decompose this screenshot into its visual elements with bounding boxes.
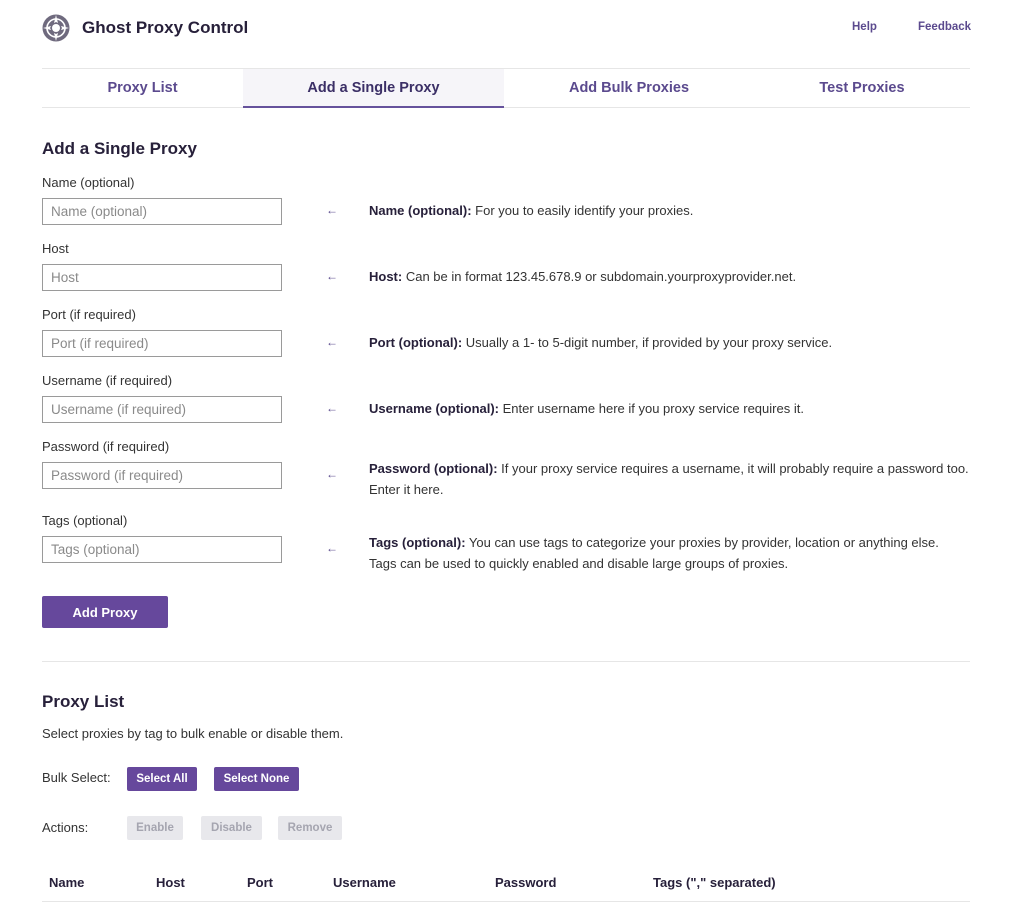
port-help: Port (optional): Usually a 1- to 5-digit… [369, 332, 969, 353]
port-input[interactable] [42, 330, 282, 357]
tab-add-single-proxy[interactable]: Add a Single Proxy [243, 69, 504, 108]
remove-button[interactable]: Remove [278, 816, 342, 840]
select-all-button[interactable]: Select All [127, 767, 197, 791]
help-link[interactable]: Help [852, 21, 877, 33]
proxy-list-heading: Proxy List [42, 692, 125, 711]
username-help-text: Enter username here if you proxy service… [499, 401, 804, 416]
select-none-button[interactable]: Select None [214, 767, 299, 791]
username-input[interactable] [42, 396, 282, 423]
host-help-bold: Host: [369, 269, 403, 284]
tab-add-bulk-proxies[interactable]: Add Bulk Proxies [504, 69, 754, 108]
arrow-left-icon: ← [326, 269, 338, 283]
section-divider [42, 661, 970, 662]
compass-logo-icon [42, 14, 70, 42]
host-help-text: Can be in format 123.45.678.9 or subdoma… [402, 269, 797, 284]
add-proxy-heading: Add a Single Proxy [42, 139, 197, 158]
password-label: Password (if required) [42, 439, 170, 454]
username-help-bold: Username (optional): [369, 401, 500, 416]
actions-label: Actions: [42, 820, 89, 835]
app-title: Ghost Proxy Control [82, 18, 249, 37]
port-help-bold: Port (optional): [369, 335, 463, 350]
name-input[interactable] [42, 198, 282, 225]
column-header-port[interactable]: Port [247, 875, 273, 890]
host-help: Host: Can be in format 123.45.678.9 or s… [369, 266, 969, 287]
column-header-host[interactable]: Host [156, 875, 185, 890]
app-header: Ghost Proxy Control Help Feedback [42, 14, 971, 44]
tab-bar: Proxy List Add a Single Proxy Add Bulk P… [42, 68, 970, 108]
arrow-left-icon: ← [326, 203, 338, 217]
proxy-table-header: Name Host Port Username Password Tags ("… [42, 866, 970, 902]
password-input[interactable] [42, 462, 282, 489]
name-help: Name (optional): For you to easily ident… [369, 200, 969, 221]
tags-input[interactable] [42, 536, 282, 563]
tags-help: Tags (optional): You can use tags to cat… [369, 532, 969, 574]
username-label: Username (if required) [42, 373, 173, 388]
tab-test-proxies[interactable]: Test Proxies [754, 69, 970, 108]
tab-proxy-list[interactable]: Proxy List [42, 69, 243, 108]
username-help: Username (optional): Enter username here… [369, 398, 969, 419]
feedback-link[interactable]: Feedback [918, 21, 971, 33]
name-label: Name (optional) [42, 175, 135, 190]
column-header-username[interactable]: Username [333, 875, 396, 890]
tags-label: Tags (optional) [42, 513, 128, 528]
arrow-left-icon: ← [326, 401, 338, 415]
arrow-left-icon: ← [326, 335, 338, 349]
disable-button[interactable]: Disable [201, 816, 262, 840]
column-header-name[interactable]: Name [49, 875, 84, 890]
column-header-tags[interactable]: Tags ("," separated) [653, 875, 776, 890]
bulk-select-label: Bulk Select: [42, 770, 111, 785]
arrow-left-icon: ← [326, 467, 338, 481]
arrow-left-icon: ← [326, 541, 338, 555]
name-help-bold: Name (optional): [369, 203, 472, 218]
tags-help-bold: Tags (optional): [369, 535, 466, 550]
add-proxy-button[interactable]: Add Proxy [42, 596, 168, 628]
port-help-text: Usually a 1- to 5-digit number, if provi… [462, 335, 833, 350]
host-input[interactable] [42, 264, 282, 291]
password-help: Password (optional): If your proxy servi… [369, 458, 969, 500]
host-label: Host [42, 241, 69, 256]
enable-button[interactable]: Enable [127, 816, 183, 840]
port-label: Port (if required) [42, 307, 136, 322]
column-header-password[interactable]: Password [495, 875, 556, 890]
password-help-bold: Password (optional): [369, 461, 498, 476]
proxy-list-description: Select proxies by tag to bulk enable or … [42, 726, 344, 741]
name-help-text: For you to easily identify your proxies. [471, 203, 694, 218]
